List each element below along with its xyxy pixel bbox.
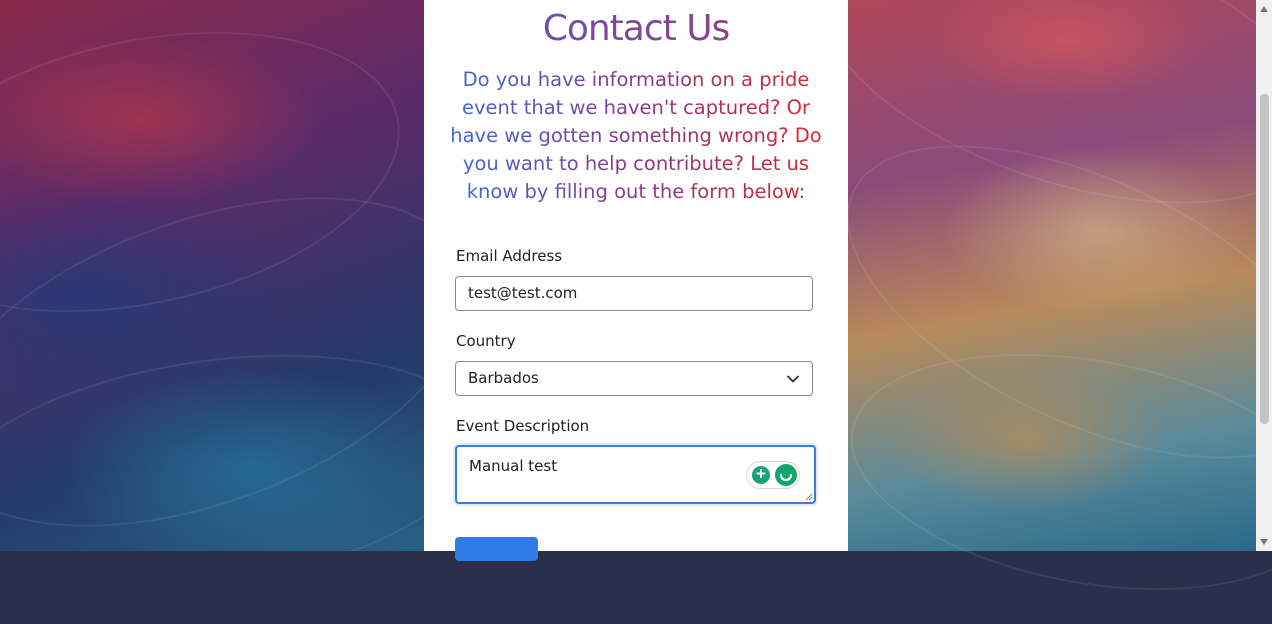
chevron-down-icon: [787, 375, 799, 383]
background-art-right: [783, 0, 1272, 624]
description-value: Manual test: [469, 457, 558, 475]
country-label: Country: [456, 332, 516, 350]
email-value: test@test.com: [468, 284, 578, 302]
resize-handle-icon[interactable]: [805, 493, 813, 501]
contact-card: Contact Us Do you have information on a …: [424, 0, 848, 561]
scrollbar-thumb[interactable]: [1260, 94, 1269, 424]
scrollbar[interactable]: [1256, 0, 1272, 551]
lightbulb-icon[interactable]: [752, 466, 770, 484]
scroll-down-icon[interactable]: [1260, 539, 1268, 545]
country-value: Barbados: [468, 369, 539, 387]
scroll-up-icon[interactable]: [1260, 6, 1268, 12]
country-select[interactable]: Barbados: [455, 361, 813, 396]
email-field[interactable]: test@test.com: [455, 276, 813, 311]
event-description-field[interactable]: Manual test: [455, 445, 816, 504]
submit-button[interactable]: [455, 537, 538, 561]
grammar-assistant-widget[interactable]: [746, 461, 800, 489]
email-label: Email Address: [456, 247, 563, 265]
grammar-assistant-icon[interactable]: [775, 464, 797, 486]
page-title: Contact Us: [424, 8, 848, 49]
intro-text: Do you have information on a pride event…: [450, 66, 822, 206]
description-label: Event Description: [456, 417, 590, 435]
